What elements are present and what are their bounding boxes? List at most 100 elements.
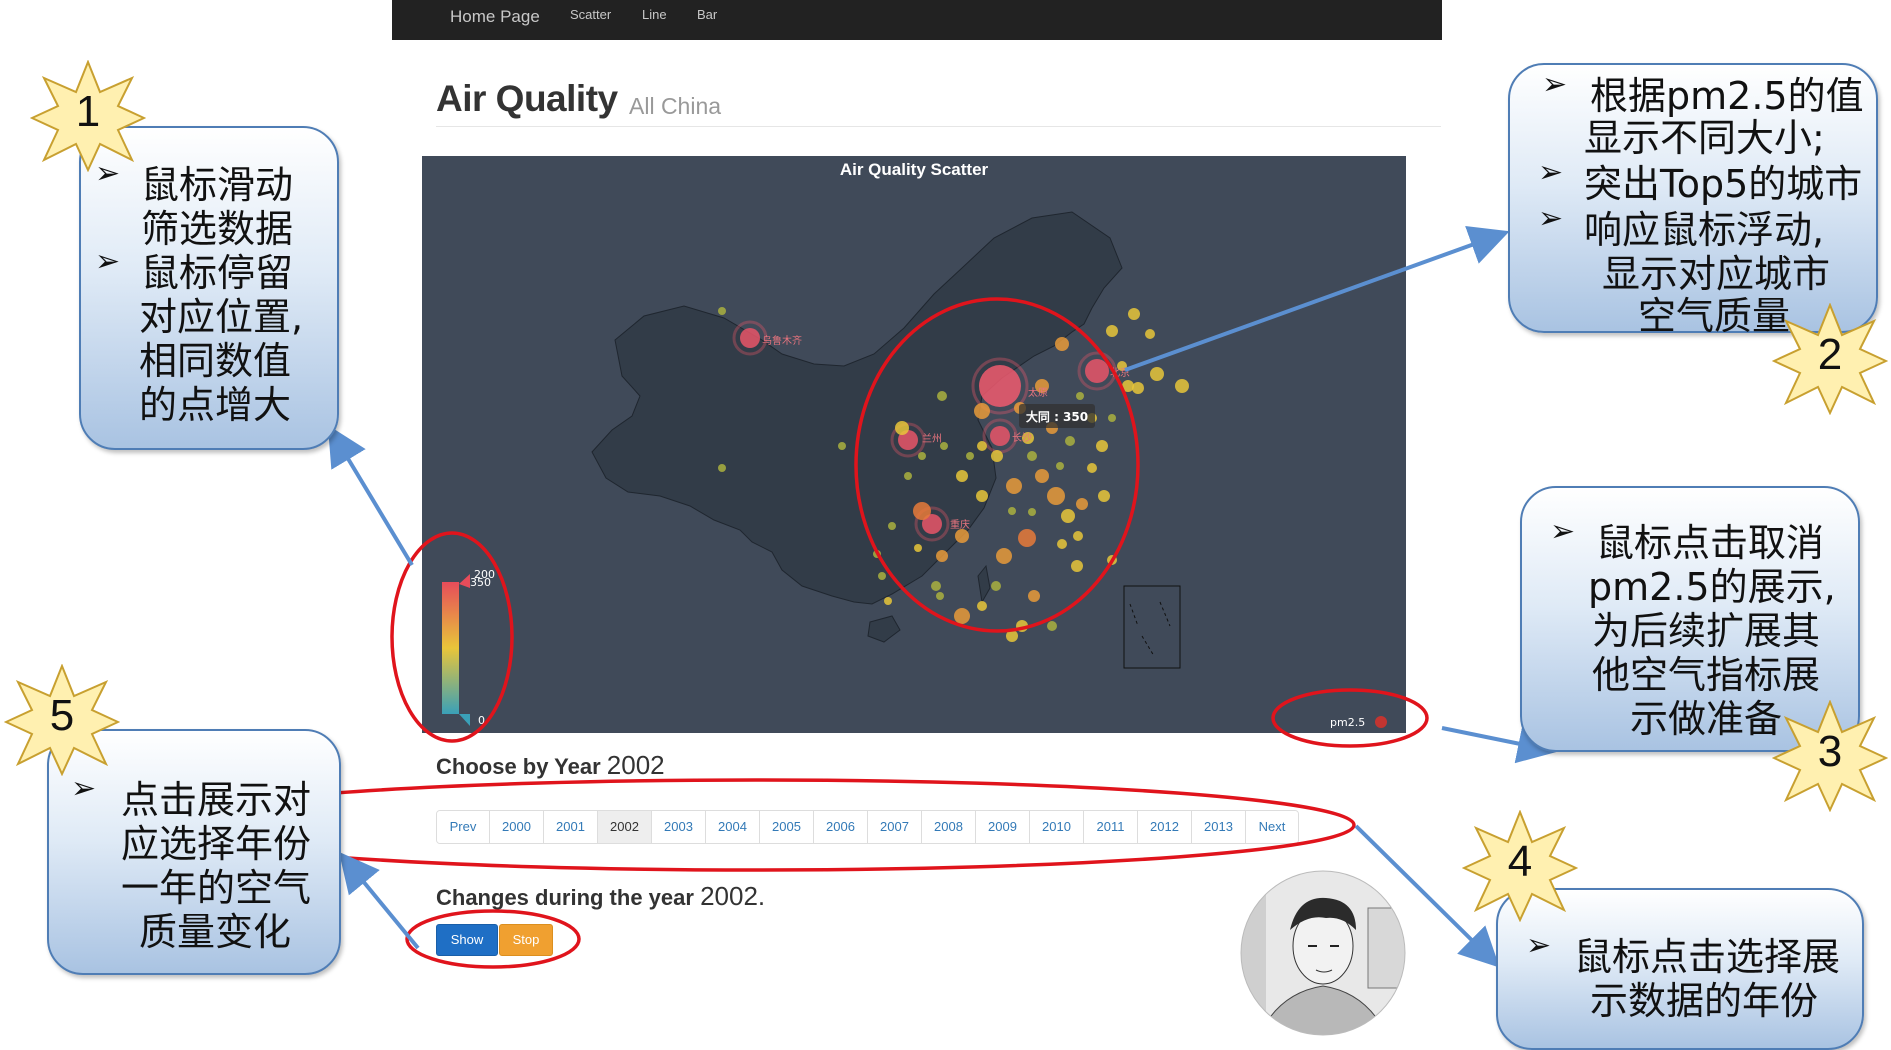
city-point[interactable]	[991, 450, 1003, 462]
city-point[interactable]	[1175, 379, 1189, 393]
badge-5: 5	[3, 663, 121, 777]
city-point[interactable]	[878, 572, 886, 580]
city-point[interactable]	[918, 452, 926, 460]
city-point[interactable]	[1047, 621, 1057, 631]
label-taiyuan: 太原	[1028, 386, 1048, 399]
page-2010[interactable]: 2010	[1030, 811, 1084, 843]
city-point[interactable]	[991, 581, 1001, 591]
city-point[interactable]	[914, 544, 922, 552]
city-point[interactable]	[1016, 620, 1028, 632]
city-point[interactable]	[974, 403, 990, 419]
city-point[interactable]	[888, 522, 896, 530]
city-point[interactable]	[955, 529, 969, 543]
nav-line[interactable]: Line	[642, 0, 667, 34]
city-point[interactable]	[1056, 462, 1064, 470]
scatter-chart[interactable]: 大同 : 350 乌鲁木齐 兰州 长沙 重庆 北京 太原 200 350 0 p…	[422, 156, 1406, 733]
city-point[interactable]	[1065, 436, 1075, 446]
page-subtitle: All China	[629, 93, 722, 119]
city-point[interactable]	[1132, 382, 1144, 394]
page-2002[interactable]: 2002	[598, 811, 652, 843]
city-point[interactable]	[1028, 590, 1040, 602]
city-point[interactable]	[1122, 380, 1134, 392]
city-point[interactable]	[718, 464, 726, 472]
city-point[interactable]	[1055, 337, 1069, 351]
city-point[interactable]	[1006, 630, 1018, 642]
city-point[interactable]	[1027, 451, 1037, 461]
page-2000[interactable]: 2000	[490, 811, 544, 843]
page-2005[interactable]: 2005	[760, 811, 814, 843]
city-point[interactable]	[931, 581, 941, 591]
city-point[interactable]	[936, 592, 944, 600]
city-point[interactable]	[1061, 509, 1075, 523]
city-point[interactable]	[1057, 539, 1067, 549]
city-point[interactable]	[1145, 329, 1155, 339]
label-beijing: 北京	[1110, 366, 1130, 379]
city-point[interactable]	[936, 550, 948, 562]
label-changsha: 长沙	[1012, 432, 1032, 444]
city-point[interactable]	[1085, 359, 1109, 383]
city-point[interactable]	[904, 472, 912, 480]
page-2007[interactable]: 2007	[868, 811, 922, 843]
page-2006[interactable]: 2006	[814, 811, 868, 843]
city-point[interactable]	[1107, 555, 1117, 565]
visual-map[interactable]: 200 350 0	[442, 568, 495, 727]
city-point[interactable]	[966, 452, 974, 460]
city-point[interactable]	[1035, 469, 1049, 483]
page-2003[interactable]: 2003	[652, 811, 706, 843]
city-point[interactable]	[838, 442, 846, 450]
city-point[interactable]	[1128, 308, 1140, 320]
city-point[interactable]	[1076, 392, 1084, 400]
year-pagination: Prev 2000 2001 2002 2003 2004 2005 2006 …	[436, 810, 1299, 844]
visual-map-handle-top	[459, 574, 470, 588]
page-2012[interactable]: 2012	[1138, 811, 1192, 843]
visual-map-bar	[442, 582, 459, 714]
page-prev[interactable]: Prev	[437, 811, 490, 843]
page-2011[interactable]: 2011	[1084, 811, 1138, 843]
show-button[interactable]: Show	[436, 924, 498, 956]
city-point[interactable]	[1073, 531, 1083, 541]
city-point[interactable]	[996, 548, 1012, 564]
city-point[interactable]	[895, 421, 909, 435]
city-point[interactable]	[1087, 463, 1097, 473]
city-point[interactable]	[990, 426, 1010, 446]
callout-1: ➢ 鼠标滑动 筛选数据 ➢ 鼠标停留 对应位置, 相同数值 的点增大	[79, 126, 339, 450]
city-point[interactable]	[913, 502, 931, 520]
city-point[interactable]	[1071, 560, 1083, 572]
page-2004[interactable]: 2004	[706, 811, 760, 843]
china-map[interactable]: 大同 : 350 乌鲁木齐 兰州 长沙 重庆 北京 太原 200 350 0 p…	[422, 156, 1406, 733]
city-point[interactable]	[1047, 487, 1065, 505]
label-urumqi: 乌鲁木齐	[762, 334, 802, 347]
city-point[interactable]	[718, 307, 726, 315]
city-point[interactable]	[740, 328, 760, 348]
page-next[interactable]: Next	[1246, 811, 1298, 843]
legend-pm25[interactable]: pm2.5	[1330, 716, 1387, 729]
city-point[interactable]	[1018, 529, 1036, 547]
page-2009[interactable]: 2009	[976, 811, 1030, 843]
city-point[interactable]	[977, 441, 987, 451]
city-point[interactable]	[976, 490, 988, 502]
city-point[interactable]	[1150, 367, 1164, 381]
nav-bar[interactable]: Bar	[697, 0, 717, 34]
city-point[interactable]	[1106, 325, 1118, 337]
city-point[interactable]	[1098, 490, 1110, 502]
city-point[interactable]	[1006, 478, 1022, 494]
city-point[interactable]	[937, 391, 947, 401]
city-point[interactable]	[1096, 440, 1108, 452]
city-point[interactable]	[884, 597, 892, 605]
city-point[interactable]	[956, 470, 968, 482]
nav-scatter[interactable]: Scatter	[570, 0, 611, 34]
map-hainan	[867, 615, 901, 643]
city-point[interactable]	[954, 608, 970, 624]
city-point[interactable]	[1028, 508, 1036, 516]
city-point[interactable]	[1108, 414, 1116, 422]
city-point[interactable]	[1076, 498, 1088, 510]
page-2013[interactable]: 2013	[1192, 811, 1246, 843]
stop-button[interactable]: Stop	[499, 924, 553, 956]
page-2008[interactable]: 2008	[922, 811, 976, 843]
page-2001[interactable]: 2001	[544, 811, 598, 843]
city-point[interactable]	[977, 601, 987, 611]
city-point[interactable]	[873, 550, 881, 558]
city-point[interactable]	[979, 365, 1021, 407]
nav-home[interactable]: Home Page	[450, 2, 540, 36]
city-point[interactable]	[1008, 507, 1016, 515]
